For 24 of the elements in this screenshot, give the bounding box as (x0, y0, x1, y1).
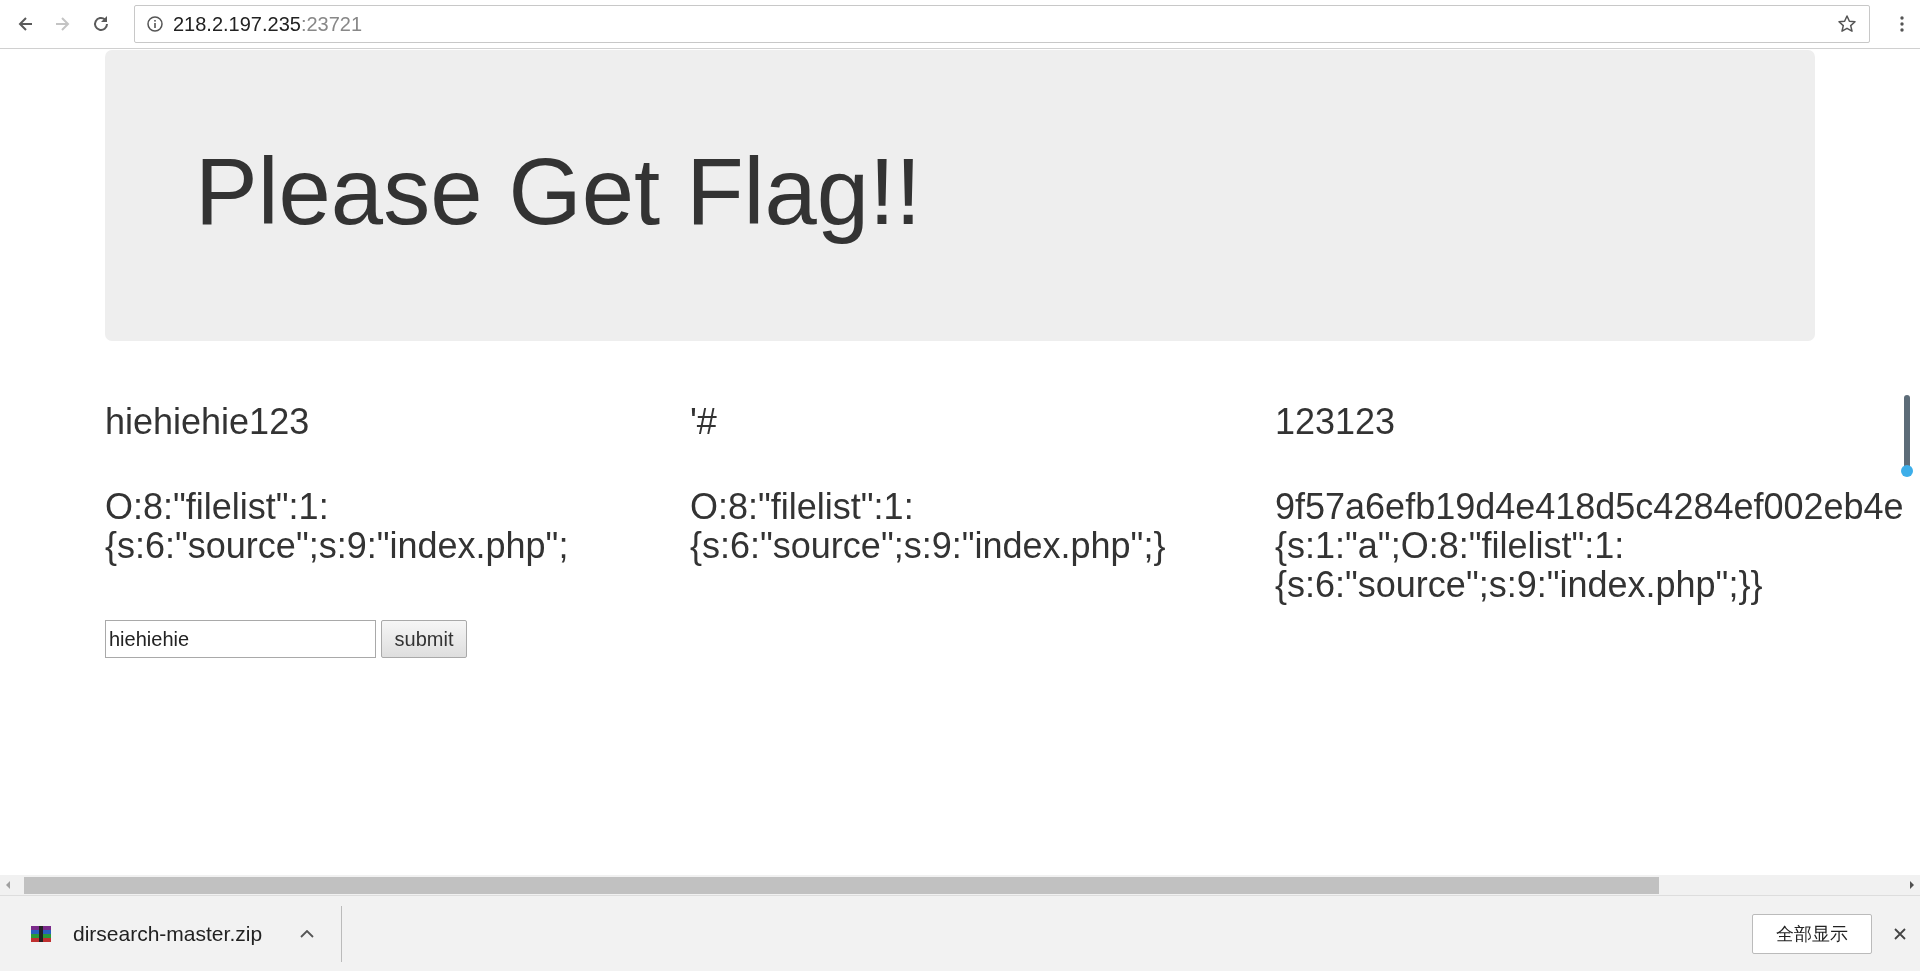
info-icon[interactable] (147, 16, 163, 32)
column-title: hiehiehie123 (105, 402, 310, 441)
horizontal-scrollbar[interactable] (0, 875, 1920, 896)
menu-icon[interactable] (1900, 16, 1904, 32)
address-bar[interactable]: 218.2.197.235:23721 (134, 5, 1870, 43)
column-title: 123123 (1275, 402, 1396, 441)
page-heading: Please Get Flag!! (195, 139, 922, 244)
show-all-button[interactable]: 全部显示 (1752, 913, 1872, 954)
serialized-text: O:8:"filelist":1: {s:6:"source";s:9:"index.php"; (105, 487, 569, 565)
serialized-text: 9f57a6efb19d4e418d5c4284ef002eb4e {s:1:"a";O:8:"filelist":1: {s:6:"source";s:9:"index.php";}} (1275, 487, 1904, 604)
close-icon[interactable] (1894, 927, 1906, 940)
serialized-text: O:8:"filelist":1: {s:6:"source";s:9:"index.php";} (690, 487, 1166, 565)
caret-icon[interactable] (300, 929, 315, 938)
scrollbar-thumb[interactable] (24, 876, 1659, 894)
download-item[interactable]: dirsearch-master.zip (30, 921, 315, 946)
submit-button[interactable]: submit (381, 620, 467, 658)
text-input[interactable]: hiehiehie (105, 620, 376, 658)
column-title: '# (690, 402, 717, 441)
scroll-right-icon[interactable] (1908, 880, 1916, 890)
url-host: 218.2.197.235 (173, 12, 301, 36)
archive-icon (30, 924, 52, 943)
star-icon[interactable] (1837, 14, 1857, 34)
url-port: :23721 (300, 12, 363, 36)
file-name: dirsearch-master.zip (73, 921, 263, 946)
